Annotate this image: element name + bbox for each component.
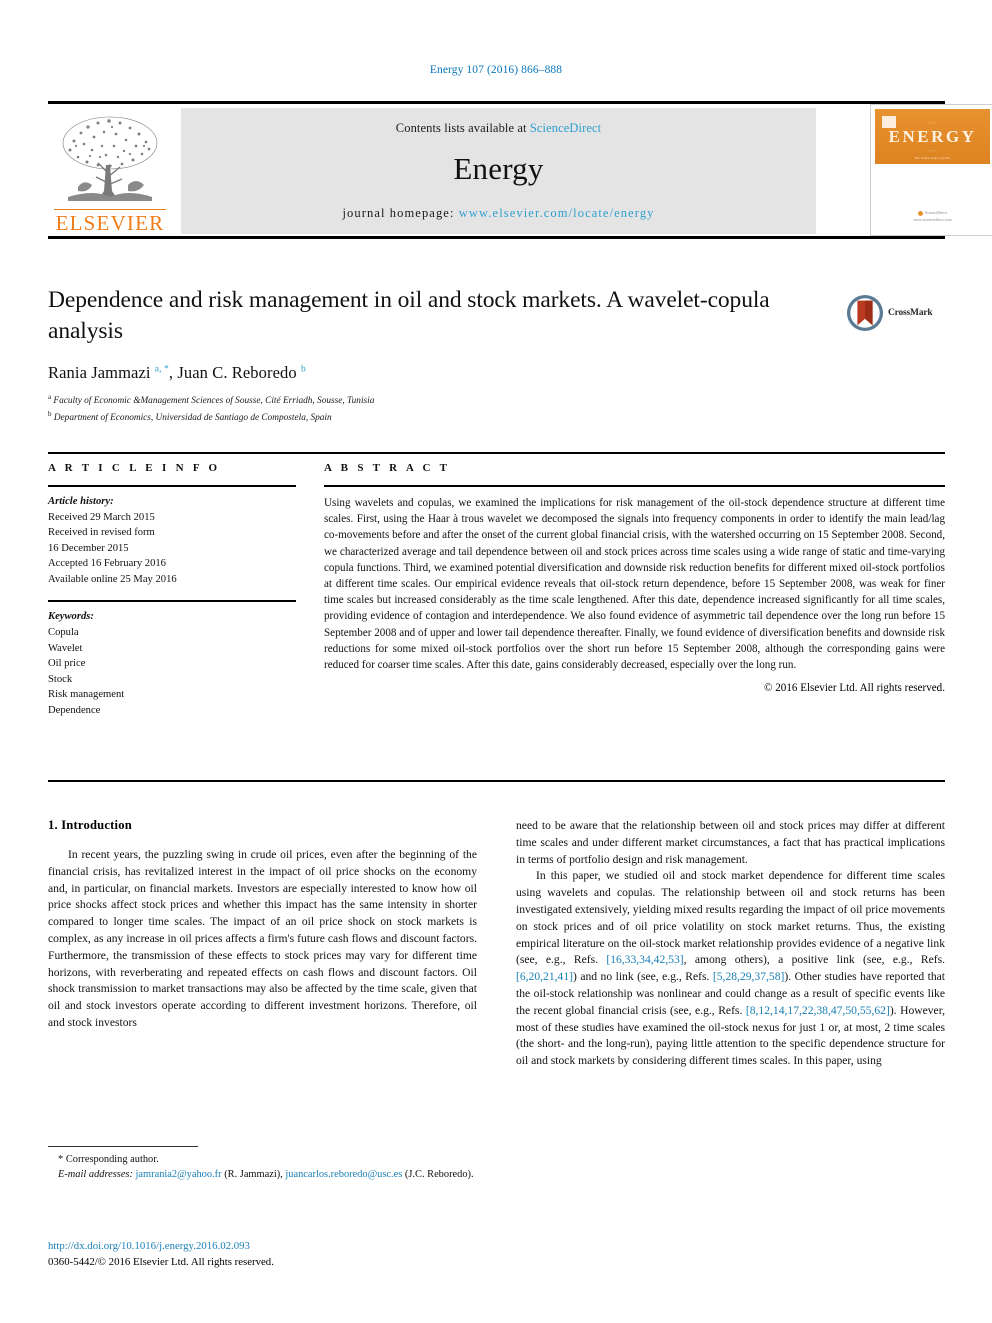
introduction-heading: 1. Introduction <box>48 818 132 832</box>
footnote-block: * Corresponding author. E-mail addresses… <box>48 1152 477 1182</box>
citation-link[interactable]: [5,28,29,37,58] <box>713 970 785 983</box>
info-section-top-rule <box>48 452 945 454</box>
email-label: E-mail addresses: <box>58 1169 133 1181</box>
keyword-items: Copula Wavelet Oil price Stock Risk manageme… <box>48 625 296 718</box>
masthead-top-rule <box>48 101 945 104</box>
issn-copyright-line: 0360-5442/© 2016 Elsevier Ltd. All right… <box>48 1256 274 1269</box>
keyword-item: Wavelet <box>48 642 83 654</box>
keyword-item: Risk management <box>48 689 125 701</box>
abstract-rule <box>324 485 945 487</box>
contents-prefix: Contents lists available at <box>395 121 530 135</box>
cover-subtitle: The international journal <box>914 157 951 160</box>
keywords-label: Keywords: <box>48 611 94 623</box>
body-column-right: need to be aware that the relationship b… <box>516 818 945 1070</box>
article-history-item: Received 29 March 2015 <box>48 511 155 523</box>
email-link-2[interactable]: juancarlos.reboredo@usc.es <box>285 1169 402 1180</box>
email-owner-1: (R. Jammazi) <box>224 1169 281 1181</box>
keywords-block: Keywords: Copula Wavelet Oil price Stock Ris… <box>48 609 296 718</box>
journal-homepage-line: journal homepage: www.elsevier.com/locat… <box>181 206 816 221</box>
journal-masthead: ELSEVIER Contents lists available at Sci… <box>48 101 992 239</box>
affiliation-marker: a <box>48 393 52 402</box>
page-title: Dependence and risk management in oil an… <box>48 287 770 344</box>
article-history-label: Article history: <box>48 496 114 507</box>
crossmark-badge[interactable]: CrossMark <box>846 287 946 339</box>
affiliation-list: a Faculty of Economic &Management Scienc… <box>48 392 838 426</box>
journal-title: Energy <box>453 151 544 186</box>
intro-paragraph-right-2: In this paper, we studied oil and stock … <box>516 869 946 1068</box>
keyword-item: Stock <box>48 673 73 685</box>
article-info-column: A R T I C L E I N F O Article history: R… <box>48 462 296 718</box>
cover-topics-lower: • • • • <box>928 150 937 153</box>
cover-sciencedirect-url: www.sciencedirect.com <box>913 216 952 222</box>
journal-homepage-link[interactable]: www.elsevier.com/locate/energy <box>459 206 655 220</box>
cover-journal-title: ENERGY <box>888 127 977 146</box>
cover-sciencedirect-label: ScienceDirect <box>924 210 948 216</box>
keyword-item: Oil price <box>48 658 86 670</box>
abstract-text: Using wavelets and copulas, we examined … <box>324 497 945 671</box>
body-column-left: 1. Introduction In recent years, the puz… <box>48 818 477 1070</box>
footnote-rule <box>48 1146 198 1147</box>
keyword-item: Copula <box>48 626 79 638</box>
elsevier-wordmark: ELSEVIER <box>54 209 166 235</box>
keyword-item: Dependence <box>48 704 101 716</box>
keywords-rule <box>48 600 296 603</box>
footer-doi-block: http://dx.doi.org/10.1016/j.energy.2016.… <box>48 1238 548 1270</box>
elsevier-logo: ELSEVIER <box>48 108 172 234</box>
citation-link[interactable]: [16,33,34,42,53] <box>606 953 683 966</box>
running-head: Energy 107 (2016) 866–888 <box>429 64 563 76</box>
corresponding-author-star: * <box>58 1154 64 1165</box>
article-history-items: Received 29 March 2015 Received in revise… <box>48 510 296 588</box>
cover-header-band: • • • • ENERGY • • • • The international… <box>875 109 990 164</box>
email-owner-2: (J.C. Reboredo). <box>404 1169 474 1181</box>
email-link-1[interactable]: jamrania2@yahoo.fr <box>136 1169 222 1180</box>
sciencedirect-link[interactable]: ScienceDirect <box>530 121 601 135</box>
contents-available-line: Contents lists available at ScienceDirec… <box>181 108 816 136</box>
crossmark-icon <box>846 294 884 332</box>
article-history-item: Received in revised form <box>48 527 155 539</box>
doi-link[interactable]: http://dx.doi.org/10.1016/j.energy.2016.… <box>48 1238 548 1254</box>
cover-footer: ScienceDirect www.sciencedirect.com <box>871 210 992 223</box>
abstract-copyright: © 2016 Elsevier Ltd. All rights reserved… <box>764 682 945 695</box>
corresponding-author-text: Corresponding author. <box>65 1154 159 1165</box>
email-line: E-mail addresses: jamrania2@yahoo.fr (R.… <box>48 1167 477 1182</box>
cover-topics-upper: • • • • <box>928 122 937 125</box>
citation-link[interactable]: [6,20,21,41] <box>516 970 573 983</box>
masthead-bottom-rule <box>48 236 945 239</box>
corresponding-author-line: * Corresponding author. <box>48 1152 477 1167</box>
intro-paragraph-right-1: need to be aware that the relationship b… <box>516 819 945 866</box>
article-history: Article history: Received 29 March 2015 R… <box>48 494 296 587</box>
abstract-column: A B S T R A C T Using wavelets and copul… <box>324 462 945 694</box>
title-block: Dependence and risk management in oil an… <box>48 285 838 426</box>
body-columns: 1. Introduction In recent years, the puz… <box>48 818 945 1070</box>
article-info-rule <box>48 485 296 487</box>
article-history-item: Available online 25 May 2016 <box>48 573 177 585</box>
cover-sciencedirect-dot <box>917 210 923 216</box>
article-history-item: Accepted 16 February 2016 <box>48 558 166 570</box>
affiliation-marker: b <box>48 409 52 418</box>
masthead-band: Contents lists available at ScienceDirec… <box>181 108 816 234</box>
paper-page: Energy 107 (2016) 866–888 ELSEVIER Conte… <box>0 0 992 1323</box>
affiliation-item: a Faculty of Economic &Management Scienc… <box>48 393 375 407</box>
intro-paragraph-left: In recent years, the puzzling swing in c… <box>48 848 477 1029</box>
affiliation-item: b Department of Economics, Universidad d… <box>48 409 332 424</box>
abstract-heading: A B S T R A C T <box>324 462 451 474</box>
citation-link[interactable]: [8,12,14,17,22,38,47,50,55,62] <box>746 1004 890 1017</box>
info-section-bottom-rule <box>48 780 945 782</box>
author-list: Rania Jammazi a, *, Juan C. Reboredo b <box>48 363 306 383</box>
elsevier-tree-icon <box>62 116 158 201</box>
journal-cover-thumbnail: • • • • ENERGY • • • • The international… <box>870 104 992 236</box>
crossmark-label: CrossMark <box>888 308 933 318</box>
article-history-item: 16 December 2015 <box>48 542 129 554</box>
article-info-heading: A R T I C L E I N F O <box>48 462 221 474</box>
homepage-prefix: journal homepage: <box>342 206 459 220</box>
